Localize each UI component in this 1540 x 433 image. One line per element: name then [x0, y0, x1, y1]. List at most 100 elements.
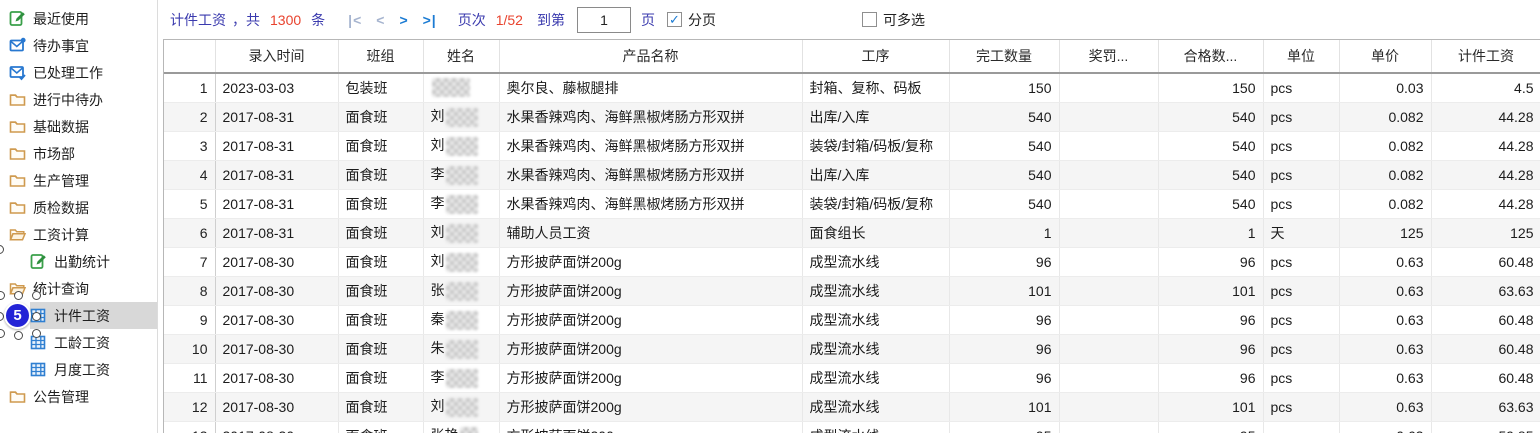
pager-button-first[interactable]: |<: [341, 12, 369, 28]
cell-group: 面食班: [338, 305, 423, 334]
sidebar-item-10[interactable]: 出勤统计: [30, 248, 157, 275]
column-header-product[interactable]: 产品名称: [499, 40, 802, 73]
column-header-price[interactable]: 单价: [1339, 40, 1431, 73]
column-header-wage[interactable]: 计件工资: [1431, 40, 1540, 73]
cell-reward: [1059, 218, 1158, 247]
cell-name: 李: [423, 189, 499, 218]
name-mosaic-mask: [432, 78, 470, 97]
cell-reward: [1059, 276, 1158, 305]
cell-process: 成型流水线: [802, 305, 949, 334]
name-visible-text: 张艳: [431, 427, 459, 433]
sidebar-item-5[interactable]: 基础数据: [0, 113, 157, 140]
cell-qualified: 96: [1158, 334, 1263, 363]
column-header-reward[interactable]: 奖罚...: [1059, 40, 1158, 73]
selection-handle[interactable]: [32, 291, 41, 300]
selection-handle[interactable]: [14, 331, 23, 340]
table-row[interactable]: 52017-08-31面食班李水果香辣鸡肉、海鲜黑椒烤肠方形双拼装袋/封箱/码板…: [164, 189, 1540, 218]
folder-icon: [9, 118, 26, 135]
cell-process: 成型流水线: [802, 363, 949, 392]
cell-num: 10: [164, 334, 215, 363]
column-header-num[interactable]: [164, 40, 215, 73]
sidebar-item-1[interactable]: 最近使用: [0, 5, 157, 32]
table-row[interactable]: 82017-08-30面食班张方形披萨面饼200g成型流水线101101pcs0…: [164, 276, 1540, 305]
cell-name: [423, 73, 499, 102]
cell-unit: pcs: [1263, 102, 1339, 131]
sidebar-item-8[interactable]: 质检数据: [0, 194, 157, 221]
paging-checkbox[interactable]: [667, 12, 682, 27]
table-row[interactable]: 112017-08-30面食班李方形披萨面饼200g成型流水线9696pcs0.…: [164, 363, 1540, 392]
cell-group: 面食班: [338, 218, 423, 247]
pager-button-last[interactable]: >|: [416, 12, 444, 28]
pager-button-next[interactable]: >: [392, 12, 415, 28]
table-row[interactable]: 132017-08-30面食班张艳方形披萨面饼200g成型流水线9595pcs0…: [164, 421, 1540, 433]
name-visible-text: 刘: [431, 398, 445, 414]
goto-page-unit: 页: [641, 10, 655, 30]
selection-handle[interactable]: [14, 291, 23, 300]
sidebar-item-13[interactable]: 工龄工资: [30, 329, 157, 356]
sidebar-item-15[interactable]: 公告管理: [0, 383, 157, 410]
selection-handle[interactable]: [32, 329, 41, 338]
table-row[interactable]: 12023-03-03包装班奥尔良、藤椒腿排封箱、复称、码板150150pcs0…: [164, 73, 1540, 102]
cell-qualified: 96: [1158, 247, 1263, 276]
column-header-qualified[interactable]: 合格数...: [1158, 40, 1263, 73]
column-header-group[interactable]: 班组: [338, 40, 423, 73]
name-visible-text: 秦: [431, 311, 445, 327]
name-mosaic-mask: [446, 340, 478, 359]
sidebar-item-11[interactable]: 统计查询: [0, 275, 157, 302]
pager-button-prev[interactable]: <: [369, 12, 392, 28]
sidebar-item-2[interactable]: 待办事宜: [0, 32, 157, 59]
cell-qty: 96: [949, 363, 1059, 392]
cell-date: 2017-08-30: [215, 334, 338, 363]
cell-num: 9: [164, 305, 215, 334]
name-mosaic-mask: [446, 166, 478, 185]
name-mosaic-mask: [446, 224, 478, 243]
table-row[interactable]: 72017-08-30面食班刘方形披萨面饼200g成型流水线9696pcs0.6…: [164, 247, 1540, 276]
name-visible-text: 张: [431, 282, 445, 298]
column-header-date[interactable]: 录入时间: [215, 40, 338, 73]
marker-badge-5[interactable]: 5: [4, 302, 31, 329]
main-panel: 计件工资 ，共 1300 条 |<<>>| 页次 1/52 到第 页 分页 可多…: [158, 0, 1540, 433]
column-header-qty[interactable]: 完工数量: [949, 40, 1059, 73]
cell-date: 2017-08-31: [215, 189, 338, 218]
table-row[interactable]: 102017-08-30面食班朱方形披萨面饼200g成型流水线9696pcs0.…: [164, 334, 1540, 363]
table-row[interactable]: 32017-08-31面食班刘水果香辣鸡肉、海鲜黑椒烤肠方形双拼装袋/封箱/码板…: [164, 131, 1540, 160]
cell-product: 水果香辣鸡肉、海鲜黑椒烤肠方形双拼: [499, 189, 802, 218]
folder-icon: [9, 145, 26, 162]
table-row[interactable]: 22017-08-31面食班刘水果香辣鸡肉、海鲜黑椒烤肠方形双拼出库/入库540…: [164, 102, 1540, 131]
sidebar-item-6[interactable]: 市场部: [0, 140, 157, 167]
cell-product: 水果香辣鸡肉、海鲜黑椒烤肠方形双拼: [499, 131, 802, 160]
sidebar-item-4[interactable]: 进行中待办: [0, 86, 157, 113]
column-header-name[interactable]: 姓名: [423, 40, 499, 73]
sidebar-item-7[interactable]: 生产管理: [0, 167, 157, 194]
table-row[interactable]: 122017-08-30面食班刘方形披萨面饼200g成型流水线101101pcs…: [164, 392, 1540, 421]
sidebar-item-label: 质检数据: [33, 198, 89, 218]
cell-qty: 101: [949, 276, 1059, 305]
table-row[interactable]: 62017-08-31面食班刘辅助人员工资面食组长11天125125: [164, 218, 1540, 247]
column-header-process[interactable]: 工序: [802, 40, 949, 73]
selection-handle[interactable]: [32, 312, 41, 321]
cell-process: 成型流水线: [802, 334, 949, 363]
goto-page-input[interactable]: [577, 7, 631, 33]
cell-process: 装袋/封箱/码板/复称: [802, 189, 949, 218]
multiselect-checkbox[interactable]: [862, 12, 877, 27]
cell-wage: 63.63: [1431, 392, 1540, 421]
cell-qualified: 540: [1158, 160, 1263, 189]
sidebar-item-14[interactable]: 月度工资: [30, 356, 157, 383]
cell-date: 2017-08-30: [215, 392, 338, 421]
page-title: 计件工资: [170, 10, 226, 30]
cell-wage: 63.63: [1431, 276, 1540, 305]
name-mosaic-mask: [446, 398, 478, 417]
table-row[interactable]: 92017-08-30面食班秦方形披萨面饼200g成型流水线9696pcs0.6…: [164, 305, 1540, 334]
cell-qualified: 540: [1158, 189, 1263, 218]
name-visible-text: 刘: [431, 253, 445, 269]
cell-product: 方形披萨面饼200g: [499, 276, 802, 305]
sidebar-item-9[interactable]: 工资计算: [0, 221, 157, 248]
sidebar-item-12[interactable]: 计件工资: [30, 302, 157, 329]
cell-price: 0.63: [1339, 363, 1431, 392]
cell-qty: 95: [949, 421, 1059, 433]
table-row[interactable]: 42017-08-31面食班李水果香辣鸡肉、海鲜黑椒烤肠方形双拼出库/入库540…: [164, 160, 1540, 189]
cell-unit: pcs: [1263, 160, 1339, 189]
sidebar-item-3[interactable]: 已处理工作: [0, 59, 157, 86]
column-header-unit[interactable]: 单位: [1263, 40, 1339, 73]
cell-price: 0.63: [1339, 305, 1431, 334]
